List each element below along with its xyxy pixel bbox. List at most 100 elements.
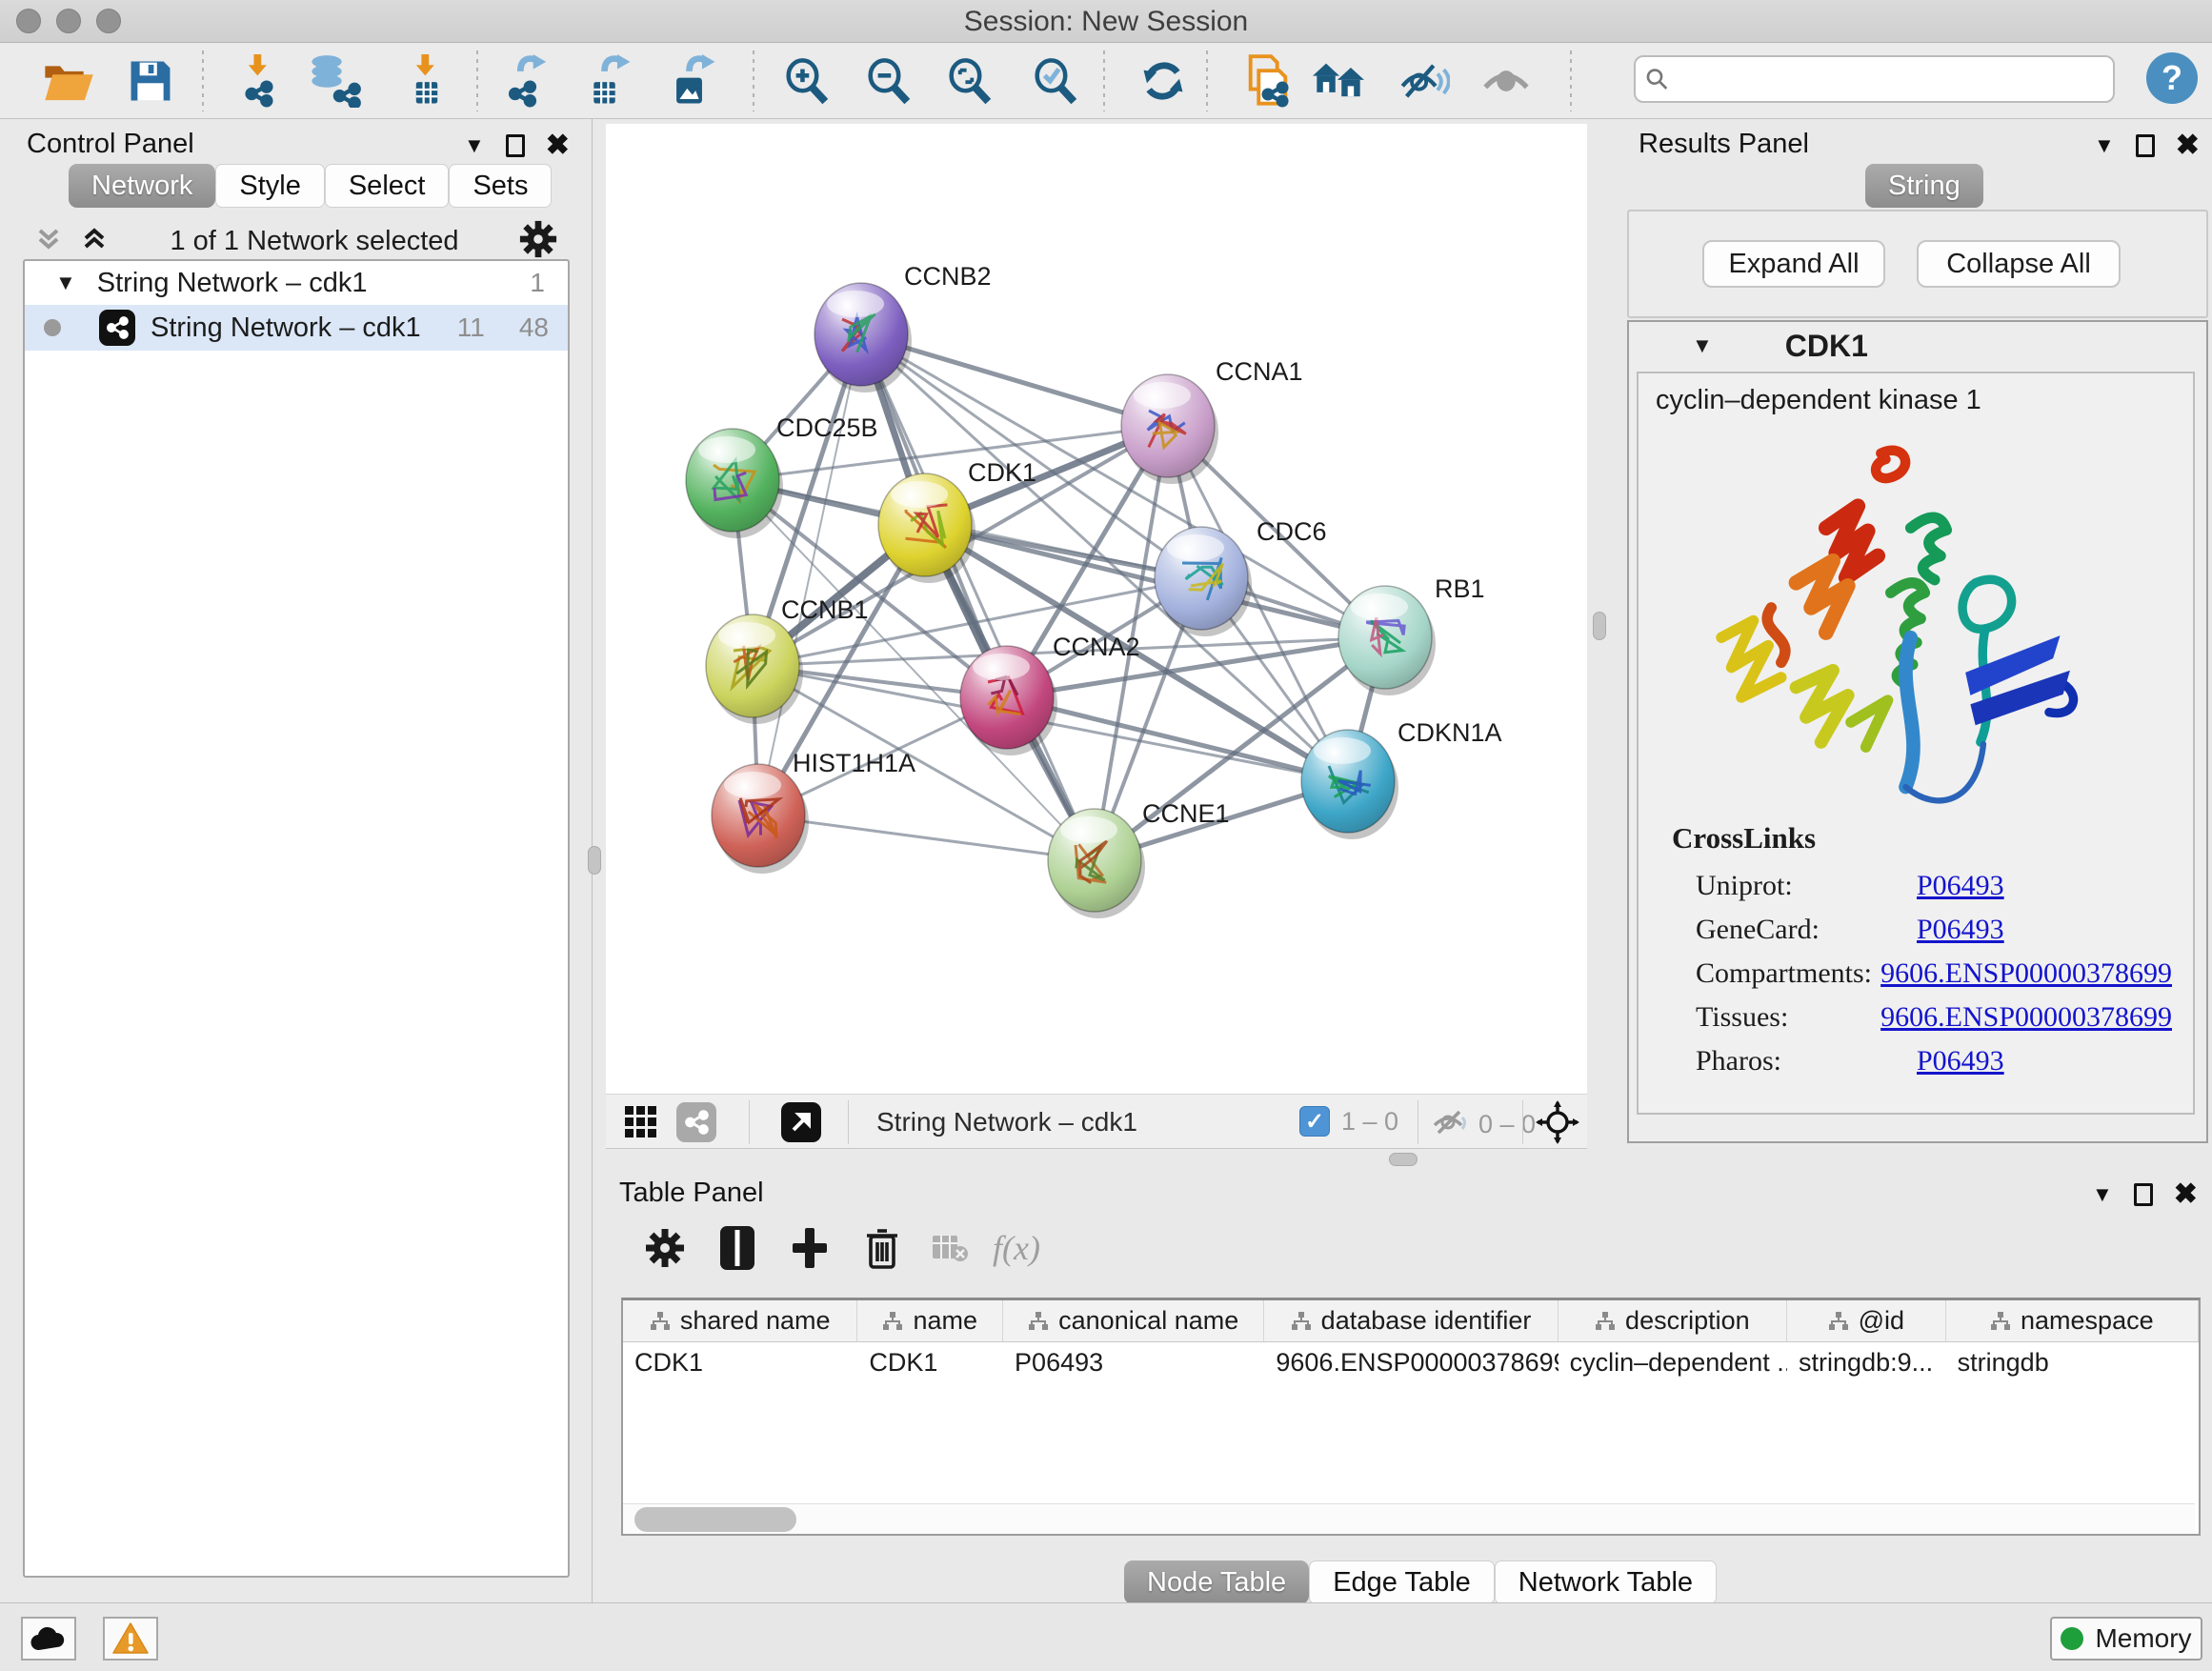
tab-select[interactable]: Select (325, 164, 450, 208)
column-header-database-identifier[interactable]: database identifier (1264, 1300, 1558, 1341)
export-table-icon[interactable] (580, 52, 637, 110)
help-button[interactable]: ? (2146, 52, 2198, 104)
table-cell[interactable]: 9606.ENSP00000378699 (1264, 1342, 1558, 1384)
network-collection-row[interactable]: ▼ String Network – cdk1 1 (25, 261, 568, 305)
tab-style[interactable]: Style (215, 164, 324, 208)
network-row[interactable]: String Network – cdk1 11 48 (25, 305, 568, 351)
memory-button[interactable]: Memory (2050, 1617, 2202, 1661)
tab-sets[interactable]: Sets (449, 164, 552, 208)
network-view-title: String Network – cdk1 (876, 1107, 1137, 1137)
close-table-icon[interactable]: ✖ (2174, 1178, 2198, 1211)
table-cell[interactable]: stringdb (1946, 1342, 2199, 1384)
birdseye-view-icon[interactable] (623, 1104, 659, 1145)
column-header-canonical-name[interactable]: canonical name (1003, 1300, 1264, 1341)
fit-selected-crosshair-icon[interactable] (1536, 1100, 1579, 1149)
table-row[interactable]: CDK1CDK1P064939606.ENSP00000378699cyclin… (623, 1342, 2199, 1384)
open-file-icon[interactable] (40, 52, 97, 110)
cloud-button[interactable] (21, 1617, 76, 1661)
close-panel-icon[interactable]: ✖ (546, 129, 570, 162)
node-label-rb1: RB1 (1435, 574, 1485, 603)
network-canvas[interactable]: CCNB2CCNA1CDC25BCDK1CDC6RB1CCNB1CCNA2CDK… (606, 124, 1587, 1094)
zoom-fit-icon[interactable] (941, 52, 998, 110)
table-cell[interactable]: stringdb:9... (1787, 1342, 1946, 1384)
tab-node-table[interactable]: Node Table (1124, 1560, 1309, 1604)
tab-string[interactable]: String (1865, 164, 1983, 208)
hidden-eye-icon[interactable] (1431, 1106, 1469, 1143)
collapse-all-icon[interactable] (32, 223, 65, 260)
float-panel-icon[interactable]: ▼ (464, 133, 485, 158)
column-header-description[interactable]: description (1558, 1300, 1787, 1341)
table-hscrollbar-thumb[interactable] (634, 1507, 796, 1532)
refresh-icon[interactable] (1135, 52, 1192, 110)
export-network-icon[interactable] (498, 52, 555, 110)
column-header--id[interactable]: @id (1787, 1300, 1946, 1341)
hide-selected-icon[interactable] (1396, 52, 1453, 110)
network-node-cdkn1a[interactable]: CDKN1A (1301, 718, 1502, 839)
table-cell[interactable]: CDK1 (857, 1342, 1003, 1384)
delete-column-icon[interactable] (852, 1218, 913, 1278)
left-splitter-handle[interactable] (588, 846, 601, 875)
warning-button[interactable] (103, 1617, 158, 1661)
bottom-splitter-handle[interactable] (1389, 1153, 1418, 1166)
search-input[interactable] (1676, 65, 2085, 94)
expand-all-button[interactable]: Expand All (1702, 240, 1885, 288)
network-edge[interactable] (758, 334, 861, 815)
crosslink-link[interactable]: 9606.ENSP00000378699 (1880, 957, 2172, 990)
crosslink-link[interactable]: P06493 (1917, 1045, 2004, 1077)
memory-status-dot (2061, 1627, 2083, 1650)
column-header-namespace[interactable]: namespace (1946, 1300, 2199, 1341)
network-options-gear-icon[interactable] (518, 219, 558, 264)
tab-network[interactable]: Network (69, 164, 215, 208)
maximize-panel-icon[interactable] (506, 134, 525, 157)
maximize-table-icon[interactable] (2134, 1183, 2153, 1206)
network-node-ccna1[interactable]: CCNA1 (1121, 357, 1303, 484)
collection-expand-icon[interactable]: ▼ (55, 271, 76, 295)
show-eye-icon[interactable] (1478, 52, 1535, 110)
float-results-icon[interactable]: ▼ (2094, 133, 2115, 158)
import-table-file-icon[interactable] (398, 52, 455, 110)
table-options-gear-icon[interactable] (634, 1218, 695, 1278)
maximize-results-icon[interactable] (2136, 134, 2155, 157)
network-node-cdk1[interactable]: CDK1 (878, 458, 1036, 583)
cdk1-entry-header[interactable]: ▼ CDK1 (1629, 322, 2206, 370)
network-edge[interactable] (861, 334, 1095, 860)
tab-network-table[interactable]: Network Table (1495, 1560, 1717, 1604)
float-table-icon[interactable]: ▼ (2092, 1182, 2113, 1207)
expand-all-icon[interactable] (78, 223, 111, 260)
save-session-icon[interactable] (122, 52, 179, 110)
zoom-out-icon[interactable] (860, 52, 917, 110)
node-table[interactable]: shared namenamecanonical namedatabase id… (621, 1298, 2201, 1536)
crosslink-link[interactable]: P06493 (1917, 870, 2004, 902)
search-box[interactable]: ⚲ (1634, 55, 2115, 103)
crosslink-link[interactable]: P06493 (1917, 914, 2004, 946)
network-node-ccne1[interactable]: CCNE1 (1048, 799, 1230, 918)
table-hscrollbar[interactable] (623, 1503, 2195, 1534)
table-cell[interactable]: CDK1 (623, 1342, 857, 1384)
create-column-icon[interactable] (779, 1218, 840, 1278)
string-panel-icon[interactable] (676, 1102, 716, 1142)
column-header-name[interactable]: name (857, 1300, 1003, 1341)
close-results-icon[interactable]: ✖ (2176, 129, 2200, 162)
copy-network-icon[interactable] (1239, 52, 1297, 110)
show-all-networks-icon[interactable] (1310, 52, 1367, 110)
selected-checkbox-icon[interactable]: ✓ (1299, 1106, 1330, 1137)
network-node-hist1h1a[interactable]: HIST1H1A (712, 749, 915, 874)
table-cell[interactable]: cyclin–dependent ... (1558, 1342, 1787, 1384)
export-image-icon[interactable] (665, 52, 722, 110)
import-network-database-icon[interactable] (307, 52, 364, 110)
right-splitter-handle[interactable] (1593, 612, 1606, 640)
show-columns-icon[interactable] (707, 1218, 768, 1278)
open-in-new-window-icon[interactable] (781, 1102, 821, 1142)
crosslink-link[interactable]: 9606.ENSP00000378699 (1880, 1001, 2172, 1034)
import-network-file-icon[interactable] (231, 52, 288, 110)
entry-collapse-icon[interactable]: ▼ (1692, 333, 1713, 358)
network-node-rb1[interactable]: RB1 (1338, 574, 1485, 695)
collapse-all-button[interactable]: Collapse All (1917, 240, 2121, 288)
network-graph[interactable]: CCNB2CCNA1CDC25BCDK1CDC6RB1CCNB1CCNA2CDK… (606, 124, 1587, 1094)
table-cell[interactable]: P06493 (1003, 1342, 1264, 1384)
tab-edge-table[interactable]: Edge Table (1309, 1560, 1495, 1604)
network-node-ccnb1[interactable]: CCNB1 (706, 595, 869, 724)
zoom-in-icon[interactable] (778, 52, 835, 110)
column-header-shared-name[interactable]: shared name (623, 1300, 857, 1341)
zoom-selected-icon[interactable] (1027, 52, 1084, 110)
